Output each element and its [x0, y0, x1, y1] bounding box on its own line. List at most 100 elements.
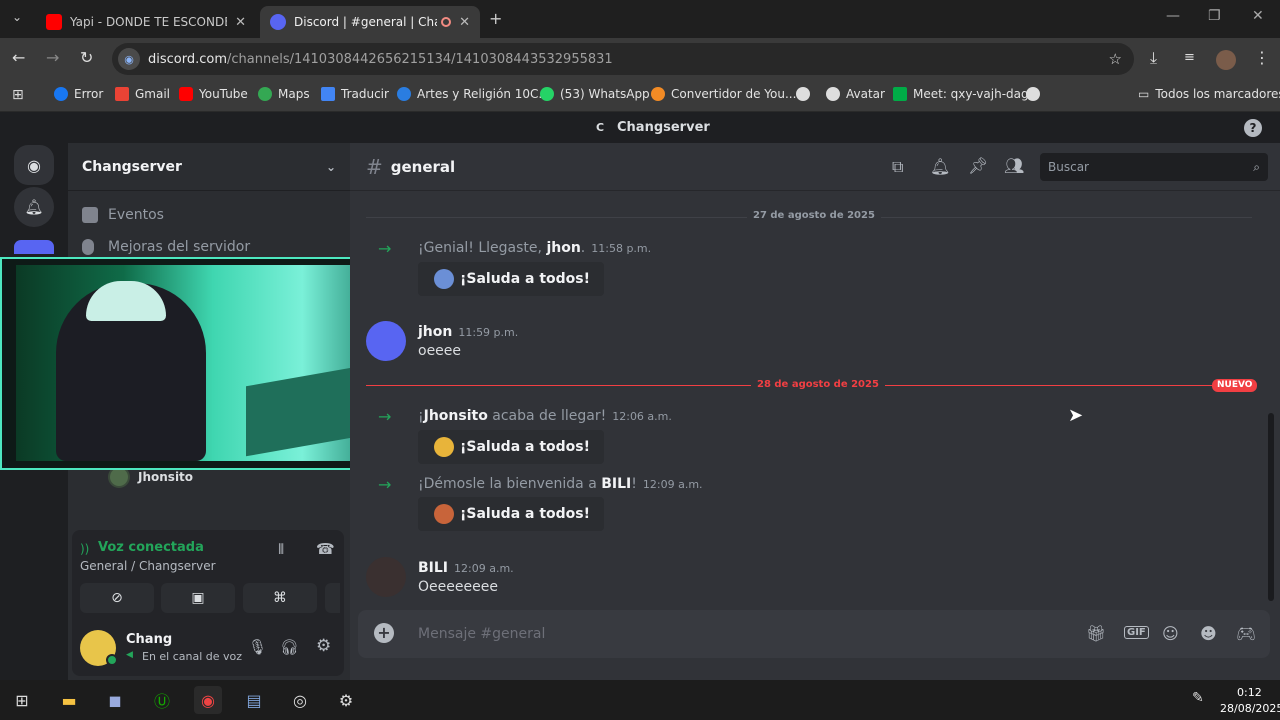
bookmark-item[interactable]	[796, 87, 816, 101]
chrome-icon[interactable]: ◉	[194, 686, 222, 714]
site-info-icon[interactable]: ◉	[118, 48, 140, 70]
close-tab-icon[interactable]: ✕	[235, 15, 246, 30]
voice-status[interactable]: Voz conectada	[98, 540, 204, 555]
system-text: ¡Démosle la bienvenida a	[418, 476, 602, 492]
bookmark-item[interactable]: Avatar	[826, 87, 885, 101]
threads-icon[interactable]: ⧉	[892, 157, 903, 177]
file-explorer-icon[interactable]: ▬	[55, 686, 83, 714]
bookmark-item[interactable]: Maps	[258, 87, 310, 101]
gift-icon[interactable]: 🎁︎	[1086, 624, 1106, 643]
webcam-overlay	[0, 257, 388, 470]
system-username[interactable]: Jhonsito	[424, 408, 488, 424]
bookmark-item[interactable]: YouTube	[179, 87, 248, 101]
noise-suppression-icon[interactable]: ⦀	[278, 542, 284, 558]
message-author[interactable]: BILI	[418, 560, 448, 576]
window-close-icon[interactable]: ✕	[1252, 8, 1264, 24]
wave-button[interactable]: ¡Saluda a todos!	[418, 497, 605, 531]
media-queue-icon[interactable]: ≡	[1184, 50, 1195, 65]
menu-kebab-icon[interactable]: ⋮	[1254, 48, 1270, 67]
search-input[interactable]: Buscar ⌕	[1040, 153, 1268, 181]
bookmark-item[interactable]: Artes y Religión 10C...	[397, 87, 550, 101]
tab-search-icon[interactable]: ⌄	[12, 10, 22, 24]
bookmark-item[interactable]: Error	[54, 87, 103, 101]
clock-date[interactable]: 28/08/2025	[1220, 702, 1280, 715]
apps-icon[interactable]: 🎮︎	[1236, 624, 1256, 643]
close-tab-icon[interactable]: ✕	[459, 15, 470, 30]
settings-gear-icon[interactable]: ⚙	[316, 636, 331, 656]
clock-time[interactable]: 0:12	[1237, 686, 1262, 699]
new-tab-icon[interactable]: +	[489, 9, 502, 28]
tab-youtube[interactable]: Yapi - DONDE TE ESCONDES? 2 ✕	[36, 6, 256, 38]
headphones-icon[interactable]: 🎧︎	[280, 638, 299, 656]
avatar[interactable]	[366, 557, 406, 597]
address-bar[interactable]: ◉ discord.com/channels/14103084426562151…	[112, 43, 1134, 75]
apps-grid-icon[interactable]: ⊞	[12, 87, 24, 103]
app-icon[interactable]: ▤	[240, 686, 268, 714]
message-author[interactable]: jhon	[418, 324, 452, 340]
store-icon[interactable]: ◼	[101, 686, 129, 714]
discord-home-icon[interactable]: ◉	[14, 145, 54, 185]
bookmark-item[interactable]: Convertidor de You...	[651, 87, 796, 101]
system-username[interactable]: jhon	[546, 240, 580, 256]
join-arrow-icon: →	[378, 407, 392, 426]
voice-channel[interactable]: General / Changserver	[80, 559, 216, 573]
bookmark-item[interactable]: Traducir	[321, 87, 389, 101]
message: BILI 12:09 a.m. Oeeeeeeee	[418, 557, 514, 595]
server-header[interactable]: Changserver ⌄	[68, 143, 350, 191]
forward-icon[interactable]: →	[46, 48, 59, 67]
all-bookmarks[interactable]: ▭ Todos los marcadores	[1138, 87, 1280, 101]
sidebar-item-events[interactable]: Eventos	[82, 207, 164, 223]
obs-icon[interactable]: ◎	[286, 686, 314, 714]
wave-button[interactable]: ¡Saluda a todos!	[418, 262, 605, 296]
settings-gear-icon[interactable]: ⚙	[332, 686, 360, 714]
youtube-favicon-icon	[46, 14, 62, 30]
wave-button[interactable]: ¡Saluda a todos!	[418, 430, 605, 464]
message-composer[interactable]: + Mensaje #general 🎁︎ GIF ☺ ☻ 🎮︎	[358, 610, 1270, 658]
download-icon[interactable]: ⤓	[1150, 48, 1157, 68]
activity-button[interactable]: ⌘	[243, 583, 317, 613]
restore-icon[interactable]: ❐	[1208, 8, 1221, 24]
bookmark-item[interactable]	[1026, 87, 1046, 101]
soundboard-button[interactable]	[325, 583, 340, 613]
server-voice-indicator[interactable]	[14, 240, 54, 254]
bookmark-star-icon[interactable]: ☆	[1109, 50, 1122, 68]
screen-share-button[interactable]: ▣	[161, 583, 235, 613]
scrollbar-thumb[interactable]	[1268, 413, 1274, 601]
timestamp: 12:06 a.m.	[612, 410, 672, 423]
upwork-icon[interactable]: Ⓤ	[148, 686, 176, 714]
message-input[interactable]: Mensaje #general	[418, 626, 545, 642]
profile-avatar[interactable]	[1216, 50, 1236, 70]
bookmark-item[interactable]: (53) WhatsApp	[540, 87, 650, 101]
sticker-icon[interactable]: ☺	[1162, 624, 1179, 643]
bookmark-item[interactable]: Meet: qxy-vajh-dag	[893, 87, 1029, 101]
emoji-icon[interactable]: ☻	[1200, 624, 1217, 643]
pin-icon[interactable]: 📌︎	[968, 156, 988, 175]
bookmark-item[interactable]: Gmail	[115, 87, 170, 101]
reload-icon[interactable]: ↻	[80, 48, 93, 67]
system-username[interactable]: BILI	[601, 476, 631, 492]
microphone-icon[interactable]: 🎙︎	[248, 638, 267, 656]
hash-icon: #	[366, 154, 383, 179]
pen-icon[interactable]: ✎	[1192, 690, 1204, 706]
timestamp: 12:09 a.m.	[454, 562, 514, 575]
member-list-icon[interactable]: 👥︎	[1004, 156, 1024, 175]
notifications-icon[interactable]: 🔔︎	[14, 187, 54, 227]
timestamp: 11:58 p.m.	[591, 242, 652, 255]
camera-off-button[interactable]: ⊘	[80, 583, 154, 613]
add-attachment-icon[interactable]: +	[374, 623, 394, 643]
disconnect-icon[interactable]: ☎	[316, 540, 335, 558]
notification-bell-icon[interactable]: 🔔︎	[930, 157, 950, 176]
windows-start-icon[interactable]: ⊞	[8, 686, 36, 714]
bookmark-label: Gmail	[135, 87, 171, 101]
meet-icon	[893, 87, 907, 101]
minimize-icon[interactable]: —	[1166, 8, 1180, 24]
gif-icon[interactable]: GIF	[1124, 626, 1149, 639]
back-icon[interactable]: ←	[12, 48, 25, 67]
user-name[interactable]: Chang	[126, 632, 172, 647]
sidebar-item-boosts[interactable]: Mejoras del servidor	[82, 239, 250, 255]
tab-discord[interactable]: Discord | #general | Changs ✕	[260, 6, 480, 38]
classroom-icon	[397, 87, 411, 101]
sidebar-item-label: Eventos	[108, 207, 164, 223]
avatar[interactable]	[366, 321, 406, 361]
help-icon[interactable]: ?	[1244, 119, 1262, 137]
